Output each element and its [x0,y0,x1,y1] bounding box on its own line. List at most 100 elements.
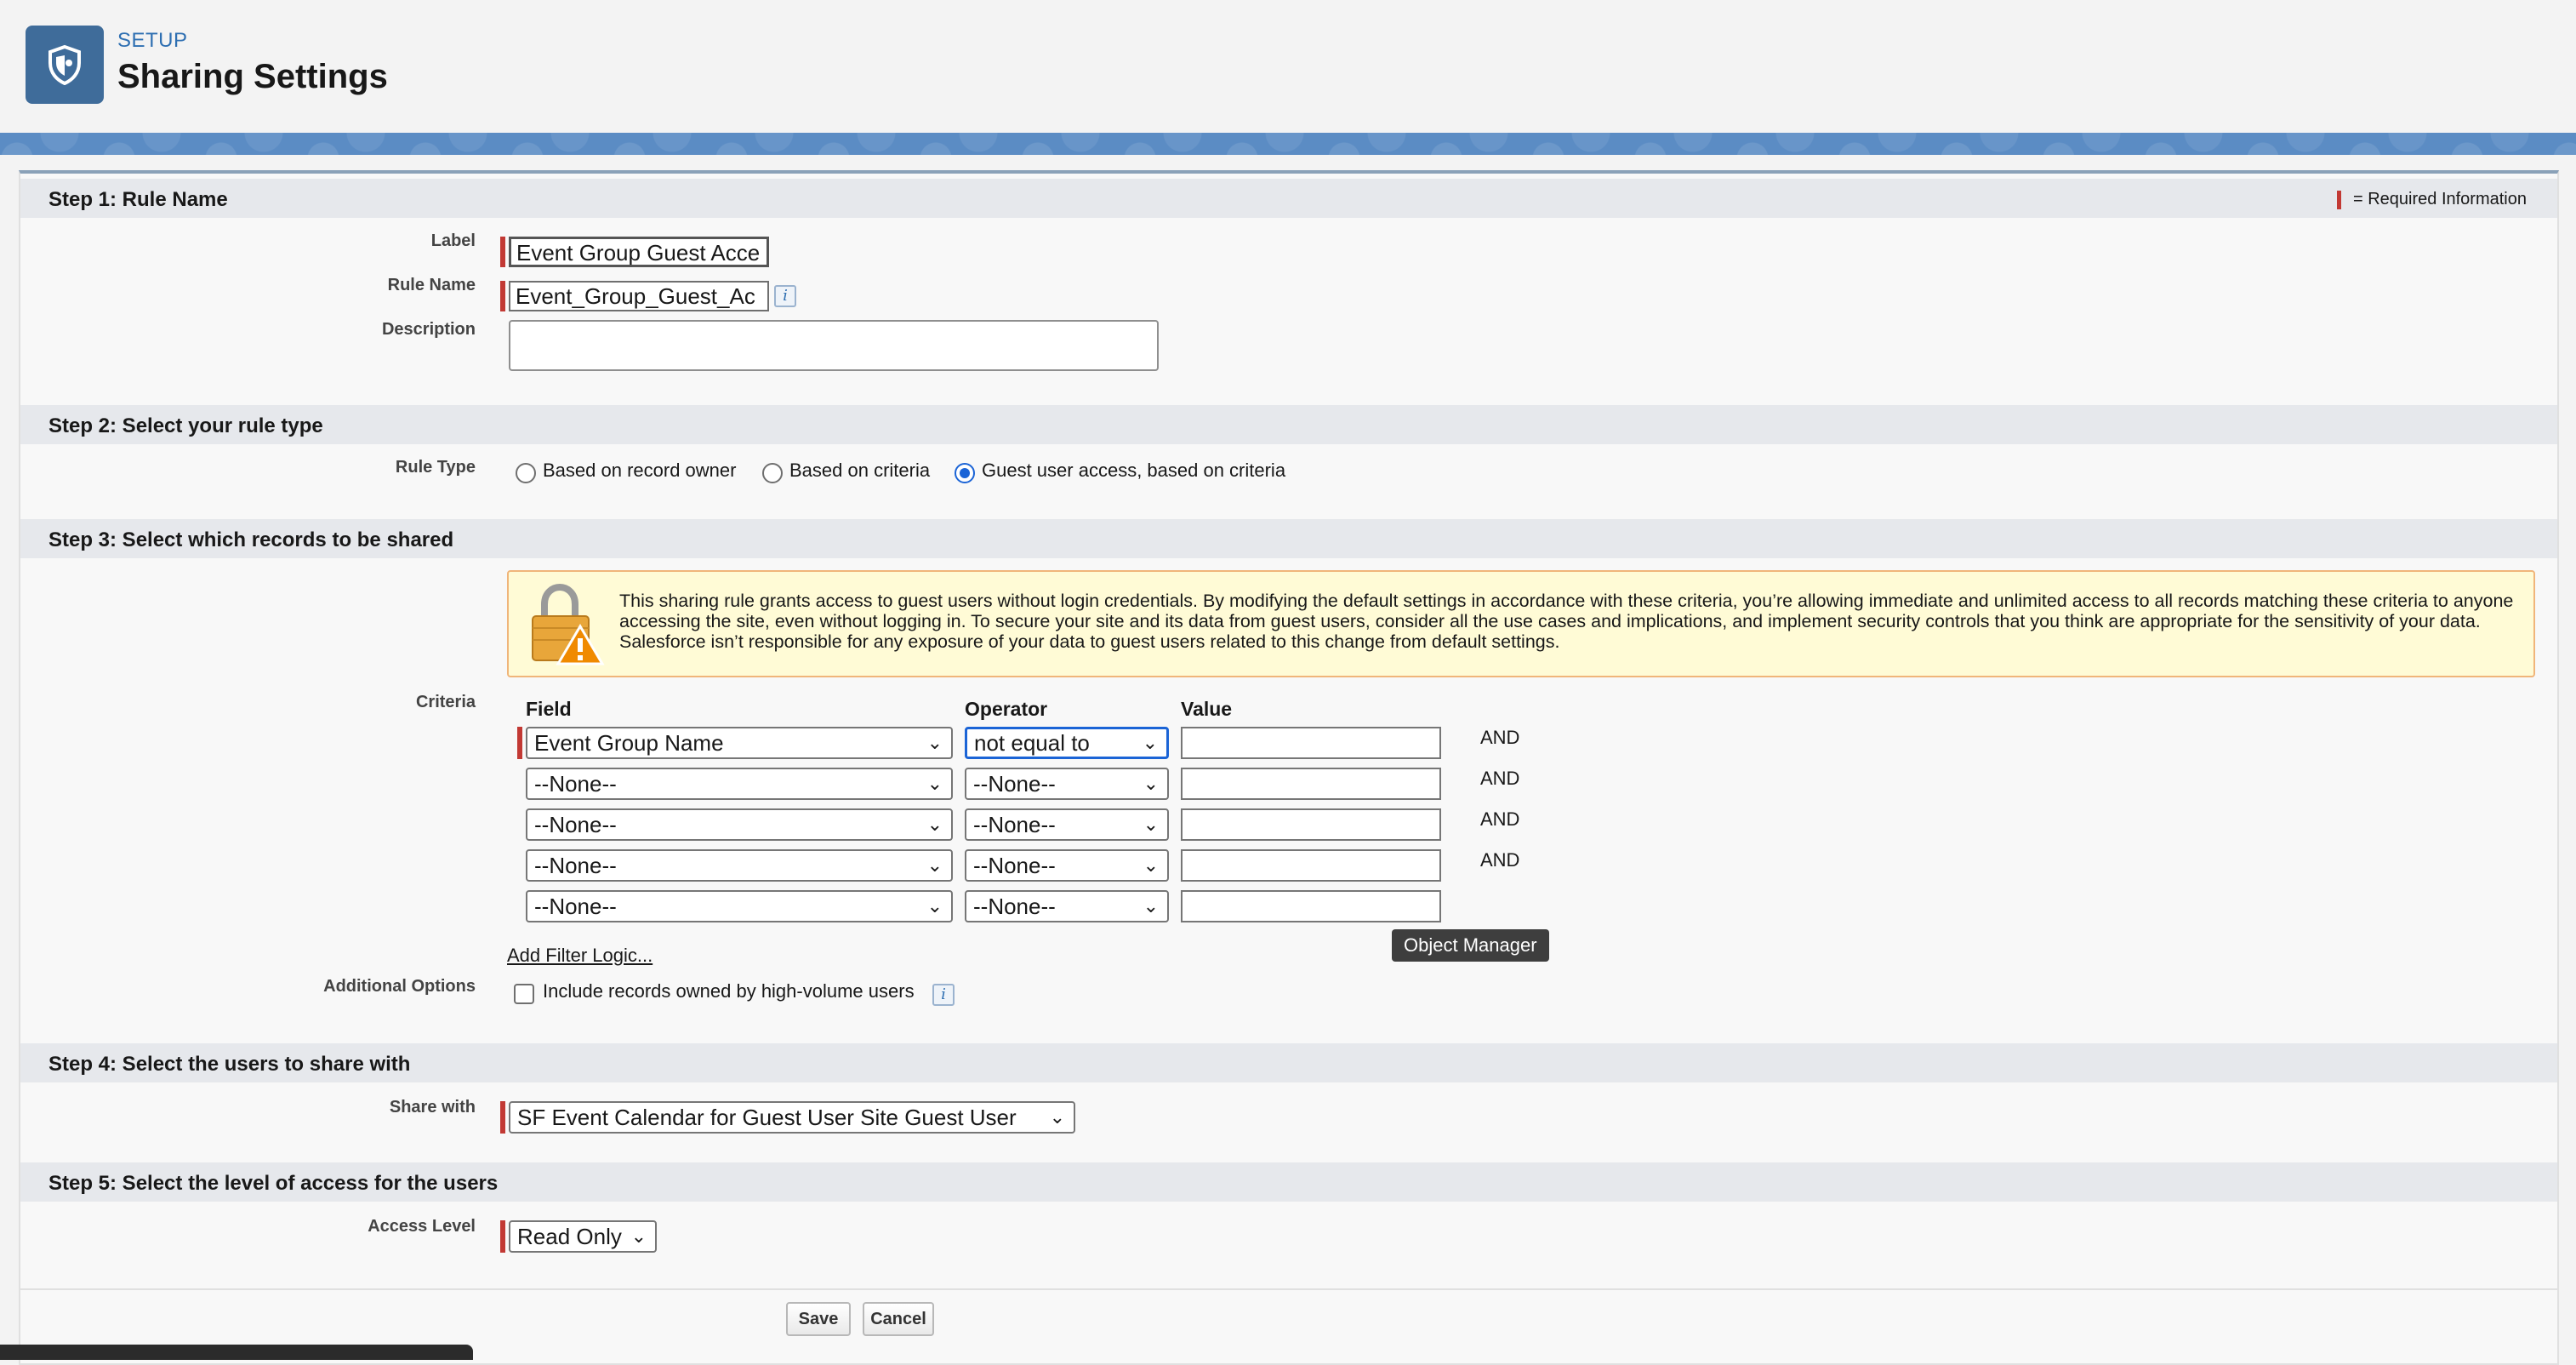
shield-icon [48,44,81,85]
criteria-field-select-1[interactable]: Event Group Name ⌄ [526,727,953,759]
criteria-field-select-4-value: --None-- [534,853,617,878]
required-info: = Required Information [2336,190,2527,209]
criteria-value-input-4[interactable] [1181,849,1441,882]
criteria-value-input-5[interactable] [1181,890,1441,922]
chevron-down-icon: ⌄ [1142,732,1158,753]
criteria-operator-select-3[interactable]: --None-- ⌄ [965,808,1169,841]
step3-header: Step 3: Select which records to be share… [20,519,2557,558]
field-column-header: Field [526,698,572,720]
required-marker [500,281,505,311]
and-label-1: AND [1480,727,1520,748]
divider [20,1288,2557,1290]
share-with-select[interactable]: SF Event Calendar for Guest User Site Gu… [509,1101,1075,1134]
save-button[interactable]: Save [786,1302,851,1336]
criteria-operator-select-4-value: --None-- [973,853,1056,878]
criteria-field-select-3[interactable]: --None-- ⌄ [526,808,953,841]
criteria-operator-select-4[interactable]: --None-- ⌄ [965,849,1169,882]
page-title: Sharing Settings [117,58,388,95]
criteria-field-select-2[interactable]: --None-- ⌄ [526,768,953,800]
access-level-select[interactable]: Read Only ⌄ [509,1220,657,1253]
criteria-value-input-1[interactable] [1181,727,1441,759]
warning-text: This sharing rule grants access to guest… [619,591,2514,652]
chevron-down-icon: ⌄ [926,814,943,835]
chevron-down-icon: ⌄ [1143,895,1159,917]
chevron-down-icon: ⌄ [1143,773,1159,794]
info-icon[interactable]: i [774,285,796,307]
description-field-label: Description [381,320,476,339]
additional-options-label: Additional Options [323,977,476,996]
label-field-label: Label [430,231,476,250]
and-label-2: AND [1480,768,1520,789]
warning-lock-icon [532,583,605,665]
criteria-operator-select-5[interactable]: --None-- ⌄ [965,890,1169,922]
criteria-operator-select-1[interactable]: not equal to ⌄ [965,727,1169,759]
step1-title: Step 1: Rule Name [48,188,228,211]
access-level-label: Access Level [368,1217,476,1236]
radio-guest-user-access[interactable] [955,463,975,483]
info-icon[interactable]: i [932,984,955,1006]
chevron-down-icon: ⌄ [926,773,943,794]
radio-criteria[interactable] [762,463,783,483]
criteria-operator-select-2-value: --None-- [973,771,1056,797]
and-label-4: AND [1480,849,1520,871]
radio-record-owner-label: Based on record owner [543,460,737,481]
status-bar [0,1345,473,1360]
criteria-field-select-1-value: Event Group Name [534,730,724,756]
step3-title: Step 3: Select which records to be share… [48,528,454,551]
criteria-value-input-2[interactable] [1181,768,1441,800]
step2-header: Step 2: Select your rule type [20,405,2557,444]
high-volume-users-label: Include records owned by high-volume use… [543,980,915,1002]
add-filter-logic-link[interactable]: Add Filter Logic... [507,945,653,967]
sharing-rule-form: Step 1: Rule Name = Required Information… [19,170,2559,1365]
high-volume-users-checkbox[interactable] [514,984,534,1004]
required-marker [517,727,522,759]
header-banner [0,133,2576,155]
criteria-field-select-2-value: --None-- [534,771,617,797]
label-input[interactable]: Event Group Guest Acce [509,237,769,267]
sharing-settings-icon [26,26,104,104]
step4-title: Step 4: Select the users to share with [48,1053,411,1076]
criteria-label: Criteria [415,693,476,711]
criteria-field-select-3-value: --None-- [534,812,617,837]
chevron-down-icon: ⌄ [926,895,943,917]
rule-type-label: Rule Type [395,458,476,477]
radio-guest-user-access-label: Guest user access, based on criteria [982,460,1286,481]
chevron-down-icon: ⌄ [630,1225,647,1247]
criteria-operator-select-5-value: --None-- [973,894,1056,919]
step5-title: Step 5: Select the level of access for t… [48,1172,499,1195]
required-marker [500,1101,505,1134]
criteria-field-select-5-value: --None-- [534,894,617,919]
guest-access-warning: This sharing rule grants access to guest… [507,570,2535,677]
criteria-operator-select-2[interactable]: --None-- ⌄ [965,768,1169,800]
criteria-operator-select-3-value: --None-- [973,812,1056,837]
chevron-down-icon: ⌄ [1143,854,1159,876]
required-marker [2336,190,2341,209]
step5-header: Step 5: Select the level of access for t… [20,1162,2557,1202]
radio-criteria-label: Based on criteria [789,460,931,481]
value-column-header: Value [1181,698,1233,720]
criteria-operator-select-1-value: not equal to [974,730,1090,756]
criteria-value-input-3[interactable] [1181,808,1441,841]
operator-column-header: Operator [965,698,1048,720]
step4-header: Step 4: Select the users to share with [20,1043,2557,1082]
rule-name-input[interactable]: Event_Group_Guest_Ac [509,281,769,311]
description-textarea[interactable] [509,320,1159,371]
chevron-down-icon: ⌄ [1143,814,1159,835]
criteria-field-select-5[interactable]: --None-- ⌄ [526,890,953,922]
radio-record-owner[interactable] [516,463,536,483]
cancel-button[interactable]: Cancel [863,1302,934,1336]
required-info-text: = Required Information [2352,190,2527,208]
and-label-3: AND [1480,808,1520,830]
chevron-down-icon: ⌄ [1049,1106,1065,1128]
criteria-field-select-4[interactable]: --None-- ⌄ [526,849,953,882]
required-marker [500,237,505,267]
access-level-value: Read Only [517,1224,622,1249]
chevron-down-icon: ⌄ [926,732,943,753]
step2-title: Step 2: Select your rule type [48,414,323,437]
share-with-label: Share with [389,1098,476,1117]
page-header: SETUP Sharing Settings [0,0,2576,133]
chevron-down-icon: ⌄ [926,854,943,876]
setup-label: SETUP [117,29,188,52]
step1-header: Step 1: Rule Name = Required Information [20,179,2557,218]
share-with-value: SF Event Calendar for Guest User Site Gu… [517,1105,1017,1130]
